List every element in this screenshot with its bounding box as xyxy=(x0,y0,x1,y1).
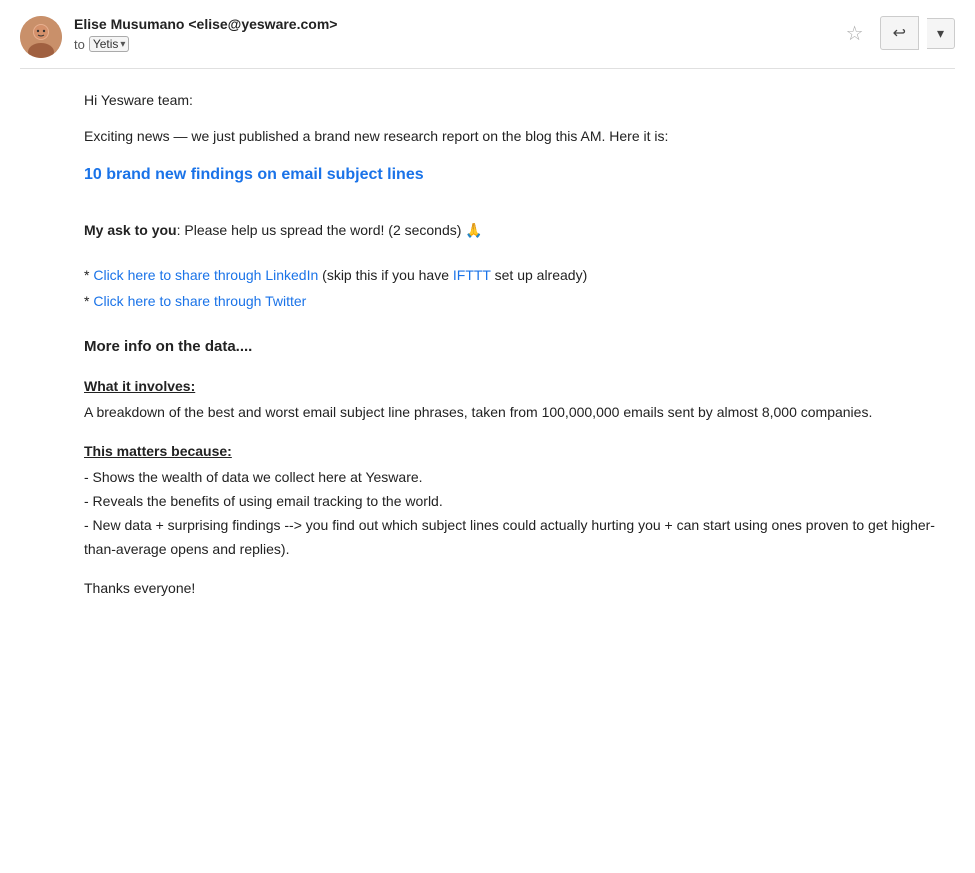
what-it-involves-content: A breakdown of the best and worst email … xyxy=(84,401,945,423)
ifttt-suffix: set up already) xyxy=(491,267,588,283)
this-matters-title: This matters because: xyxy=(84,440,945,462)
more-options-button[interactable]: ▾ xyxy=(927,18,955,49)
sender-name-email: Elise Musumano <elise@yesware.com> xyxy=(74,16,337,32)
greeting: Hi Yesware team: xyxy=(84,89,945,111)
sender-details: Elise Musumano <elise@yesware.com> to Ye… xyxy=(74,16,337,52)
twitter-share-line: * Click here to share through Twitter xyxy=(84,288,945,315)
email-header: Elise Musumano <elise@yesware.com> to Ye… xyxy=(20,16,955,69)
ifttt-link[interactable]: IFTTT xyxy=(453,267,491,283)
dropdown-arrow-icon: ▾ xyxy=(120,39,125,50)
more-info-heading: More info on the data.... xyxy=(84,335,945,359)
matters-item-1: - Shows the wealth of data we collect he… xyxy=(84,466,945,490)
to-group-label: Yetis xyxy=(93,37,119,51)
to-label: to xyxy=(74,37,85,52)
what-it-involves-title: What it involves: xyxy=(84,375,945,397)
email-container: Elise Musumano <elise@yesware.com> to Ye… xyxy=(0,0,975,636)
ask-content: : Please help us spread the word! (2 sec… xyxy=(177,222,483,238)
sender-name: Elise Musumano xyxy=(74,16,184,32)
this-matters-section: This matters because: - Shows the wealth… xyxy=(84,440,945,562)
to-group-dropdown[interactable]: Yetis ▾ xyxy=(89,36,130,52)
twitter-prefix: * xyxy=(84,293,93,309)
matters-item-3: - New data + surprising findings --> you… xyxy=(84,514,945,562)
linkedin-share-link[interactable]: Click here to share through LinkedIn xyxy=(93,267,318,283)
ask-text: My ask to you: Please help us spread the… xyxy=(84,219,945,241)
ask-label: My ask to you xyxy=(84,222,177,238)
sender-info: Elise Musumano <elise@yesware.com> to Ye… xyxy=(20,16,337,58)
avatar xyxy=(20,16,62,58)
share-links: * Click here to share through LinkedIn (… xyxy=(84,262,945,315)
matters-list: - Shows the wealth of data we collect he… xyxy=(84,466,945,561)
thanks-text: Thanks everyone! xyxy=(84,577,945,599)
reply-button[interactable]: ↩ xyxy=(880,16,919,50)
matters-item-2: - Reveals the benefits of using email tr… xyxy=(84,490,945,514)
what-it-involves-section: What it involves: A breakdown of the bes… xyxy=(84,375,945,424)
email-body: Hi Yesware team: Exciting news — we just… xyxy=(20,69,955,620)
to-line: to Yetis ▾ xyxy=(74,36,337,52)
header-actions: ☆ ↩ ▾ xyxy=(838,16,955,50)
linkedin-suffix: (skip this if you have xyxy=(318,267,453,283)
star-button[interactable]: ☆ xyxy=(838,17,872,50)
research-link[interactable]: 10 brand new findings on email subject l… xyxy=(84,162,424,188)
sender-email: <elise@yesware.com> xyxy=(188,16,337,32)
intro-text: Exciting news — we just published a bran… xyxy=(84,125,945,147)
twitter-share-link[interactable]: Click here to share through Twitter xyxy=(93,293,306,309)
linkedin-share-line: * Click here to share through LinkedIn (… xyxy=(84,262,945,289)
